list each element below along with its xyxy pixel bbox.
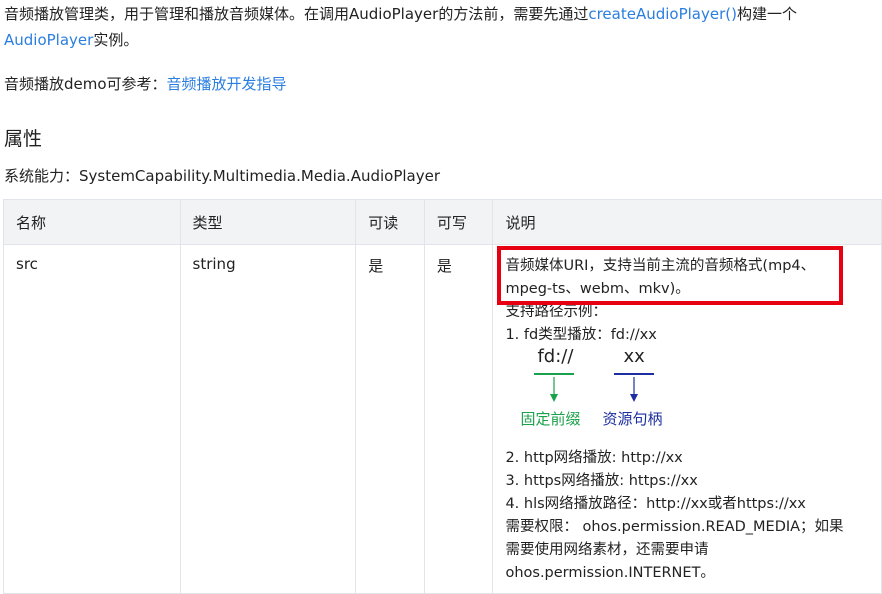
intro-text-2: 构建一个 [736, 5, 797, 23]
audio-player-link[interactable]: AudioPlayer [4, 31, 93, 49]
intro-paragraph: 音频播放管理类，用于管理和播放音频媒体。在调用AudioPlayer的方法前，需… [4, 1, 864, 53]
diagram-prefix-label: 固定前缀 [520, 410, 581, 428]
example-2: 2. http网络播放: http://xx [505, 450, 683, 466]
cell-writable: 是 [423, 244, 494, 594]
properties-table: 名称 类型 可读 可写 说明 src string 是 是 音频媒体URI，支持… [3, 199, 882, 594]
demo-guide-link[interactable]: 音频播放开发指导 [167, 75, 287, 93]
cell-type: string [179, 244, 357, 594]
permission-line-3: ohos.permission.INTERNET。 [505, 565, 715, 581]
diagram-handle-underline [614, 373, 655, 375]
create-audio-player-link[interactable]: createAudioPlayer() [588, 5, 737, 23]
permission-line-2: 需要使用网络素材，还需要申请 [505, 542, 709, 558]
diagram-handle-arrow [630, 377, 639, 402]
cell-description: 音频媒体URI，支持当前主流的音频格式(mp4、 mpeg-ts、webm、mk… [492, 244, 882, 594]
header-description: 说明 [492, 199, 882, 245]
permission-line-1: 需要权限： ohos.permission.READ_MEDIA；如果 [505, 519, 844, 535]
example-3: 3. https网络播放: https://xx [505, 473, 698, 489]
header-writable: 可写 [423, 199, 494, 245]
system-capability: 系统能力：SystemCapability.Multimedia.Media.A… [4, 167, 441, 185]
demo-label: 音频播放demo可参考： [4, 75, 167, 93]
cell-name: src [3, 244, 181, 594]
table-header-row: 名称 类型 可读 可写 说明 [3, 199, 882, 245]
diagram-prefix-text: fd:// [537, 346, 574, 367]
header-readable: 可读 [355, 199, 425, 245]
fd-path-diagram: fd:// xx 固定前缀 资源句柄 [505, 346, 881, 447]
demo-paragraph: 音频播放demo可参考：音频播放开发指导 [4, 72, 287, 96]
example-4: 4. hls网络播放路径：http://xx或者https://xx [505, 496, 806, 512]
highlight-box [497, 246, 844, 305]
intro-text-1: 音频播放管理类，用于管理和播放音频媒体。在调用AudioPlayer的方法前，需… [4, 5, 589, 23]
table-row: src string 是 是 音频媒体URI，支持当前主流的音频格式(mp4、 … [3, 244, 882, 594]
diagram-prefix-underline [534, 373, 575, 375]
header-name: 名称 [3, 199, 181, 245]
example-1: 1. fd类型播放：fd://xx [505, 327, 657, 343]
diagram-prefix-arrow [550, 377, 559, 402]
section-title: 属性 [4, 128, 43, 150]
diagram-handle-label: 资源句柄 [602, 410, 663, 428]
diagram-handle-text: xx [623, 346, 645, 367]
intro-text-3: 实例。 [93, 31, 139, 49]
header-type: 类型 [179, 199, 357, 245]
description-content: 音频媒体URI，支持当前主流的音频格式(mp4、 mpeg-ts、webm、mk… [497, 246, 881, 585]
cell-readable: 是 [355, 244, 425, 594]
